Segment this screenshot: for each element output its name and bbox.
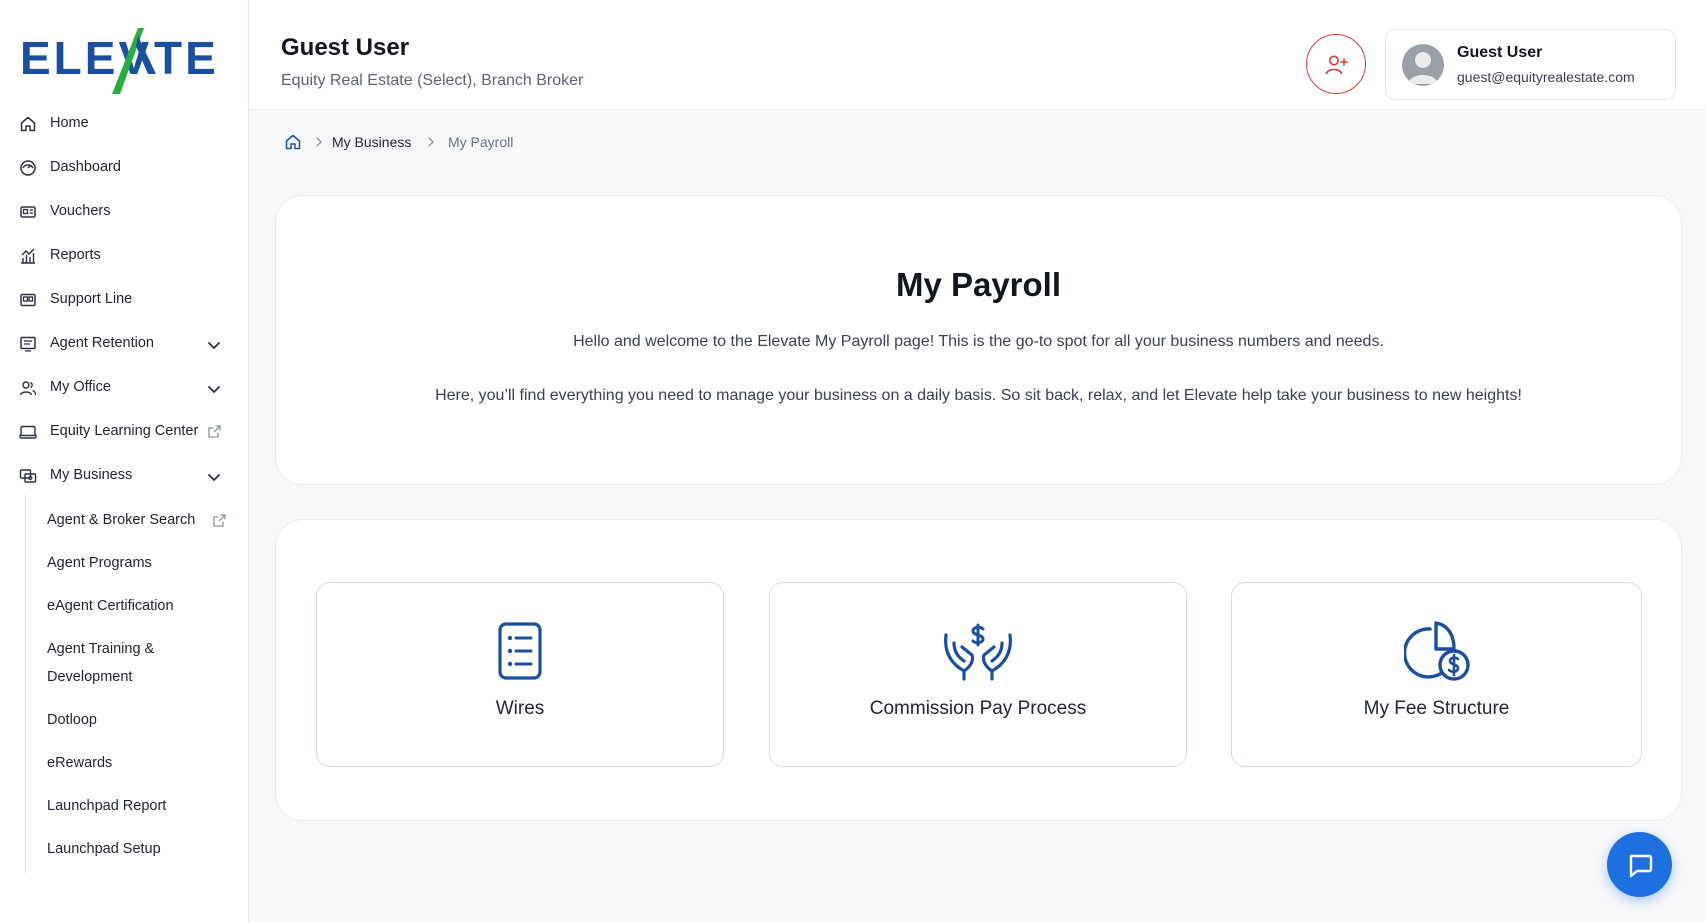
external-link-icon xyxy=(213,514,226,527)
sidebar-subitem-label: eAgent Certification xyxy=(47,598,174,614)
chat-button[interactable] xyxy=(1607,832,1672,897)
sidebar-item-agent-retention[interactable]: Agent Retention xyxy=(0,324,249,364)
tile-commission-pay-process[interactable]: Commission Pay Process xyxy=(769,582,1187,767)
home-icon xyxy=(20,116,36,132)
sidebar-item-label: Agent Retention xyxy=(50,335,154,351)
breadcrumb-my-business[interactable]: My Business xyxy=(332,134,411,150)
svg-text:TE: TE xyxy=(154,32,219,84)
page-header-subtitle: Equity Real Estate (Select), Branch Brok… xyxy=(281,72,584,89)
sidebar-item-label: Equity Learning Center xyxy=(50,423,199,439)
payroll-tiles: Wires Commission Pay Process My Fee Stru… xyxy=(275,519,1682,821)
sidebar-item-label: Vouchers xyxy=(50,203,111,219)
list-document-icon xyxy=(498,622,542,680)
sidebar-item-dashboard[interactable]: Dashboard xyxy=(0,148,249,188)
hands-dollar-icon xyxy=(944,623,1012,681)
intro-card: My Payroll Hello and welcome to the Elev… xyxy=(275,195,1682,485)
avatar xyxy=(1402,44,1444,86)
sidebar-item-reports[interactable]: Reports xyxy=(0,236,249,276)
sidebar-item-vouchers[interactable]: Vouchers xyxy=(0,192,249,232)
breadcrumb-current: My Payroll xyxy=(448,134,514,150)
logo-mark-icon: ELEV TE xyxy=(20,28,219,94)
elevate-logo[interactable]: ELEV TE xyxy=(20,22,220,102)
sidebar-subitem-label: Dotloop xyxy=(47,712,97,728)
add-user-icon xyxy=(1325,55,1348,75)
page-header-title: Guest User xyxy=(281,34,410,61)
sidebar-item-label: Home xyxy=(50,115,89,131)
sidebar-item-label: My Business xyxy=(50,467,133,483)
tile-label: Wires xyxy=(495,698,545,719)
sidebar-item-label: Dashboard xyxy=(50,159,121,175)
sidebar-subitem-label: Launchpad Setup xyxy=(47,841,161,857)
chevron-down-icon xyxy=(208,474,220,482)
sidebar-subitem-launchpad-setup[interactable]: Launchpad Setup xyxy=(47,835,161,863)
sidebar-subitem-erewards[interactable]: eRewards xyxy=(47,749,112,777)
page-title: My Payroll xyxy=(895,266,1062,303)
tile-label: My Fee Structure xyxy=(1363,698,1510,719)
sidebar-subitem-label: Agent Training & xyxy=(47,641,155,657)
business-icon xyxy=(19,469,37,483)
sidebar-subitem-launchpad-report[interactable]: Launchpad Report xyxy=(47,792,166,820)
pie-dollar-icon xyxy=(1404,621,1470,681)
sidebar-item-support-line[interactable]: Support Line xyxy=(0,280,249,320)
sidebar-subitem-label: Agent & Broker Search xyxy=(47,512,196,528)
chat-icon xyxy=(1629,854,1653,878)
sidebar-item-my-office[interactable]: My Office xyxy=(0,368,249,408)
sidebar: ELEV TE Home Dashboard Vouchers Reports … xyxy=(0,0,249,922)
users-icon xyxy=(19,381,37,396)
sidebar-item-home[interactable]: Home xyxy=(0,104,249,144)
chevron-down-icon xyxy=(208,386,220,394)
sidebar-subitem-agent-programs[interactable]: Agent Programs xyxy=(47,549,152,577)
chevron-right-icon xyxy=(428,137,434,147)
tile-label: Commission Pay Process xyxy=(869,698,1087,719)
support-icon xyxy=(20,293,36,307)
intro-text: Here, you’ll find everything you need to… xyxy=(435,387,1522,404)
home-icon[interactable] xyxy=(284,133,302,151)
sidebar-subitem-label: Development xyxy=(47,669,133,685)
sidebar-item-label: Reports xyxy=(50,247,101,263)
tile-wires[interactable]: Wires xyxy=(316,582,724,767)
tile-my-fee-structure[interactable]: My Fee Structure xyxy=(1231,582,1642,767)
top-header: Guest User Equity Real Estate (Select), … xyxy=(250,0,1706,110)
external-link-icon xyxy=(208,425,221,438)
sidebar-item-label: My Office xyxy=(50,379,111,395)
sidebar-subitem-label: Launchpad Report xyxy=(47,798,167,814)
sidebar-item-equity-learning-center[interactable]: Equity Learning Center xyxy=(0,412,249,452)
voucher-icon xyxy=(20,206,36,218)
sidebar-subitem-label: eRewards xyxy=(47,755,113,771)
sidebar-item-my-business[interactable]: My Business xyxy=(0,456,249,496)
sidebar-subitem-dotloop[interactable]: Dotloop xyxy=(47,706,97,734)
dashboard-icon xyxy=(20,160,36,176)
sidebar-item-label: Support Line xyxy=(50,291,133,307)
profile-name: Guest User xyxy=(1457,44,1543,61)
learning-icon xyxy=(19,425,37,439)
chevron-down-icon xyxy=(208,342,220,350)
retention-icon xyxy=(20,336,36,352)
add-user-button[interactable] xyxy=(1306,34,1366,94)
sidebar-subitem-agent-broker-search[interactable]: Agent & Broker Search xyxy=(47,506,195,534)
intro-text: Hello and welcome to the Elevate My Payr… xyxy=(573,333,1384,350)
profile-card[interactable]: Guest User guest@equityrealestate.com xyxy=(1385,29,1676,100)
profile-email: guest@equityrealestate.com xyxy=(1457,69,1635,85)
reports-icon xyxy=(21,248,35,264)
sidebar-subitem-agent-training[interactable]: Agent Training & Development xyxy=(47,635,154,691)
chevron-right-icon xyxy=(316,137,322,147)
submenu-divider xyxy=(25,495,26,873)
sidebar-subitem-label: Agent Programs xyxy=(47,555,152,571)
user-avatar-icon xyxy=(1408,52,1438,84)
sidebar-subitem-eagent-certification[interactable]: eAgent Certification xyxy=(47,592,174,620)
